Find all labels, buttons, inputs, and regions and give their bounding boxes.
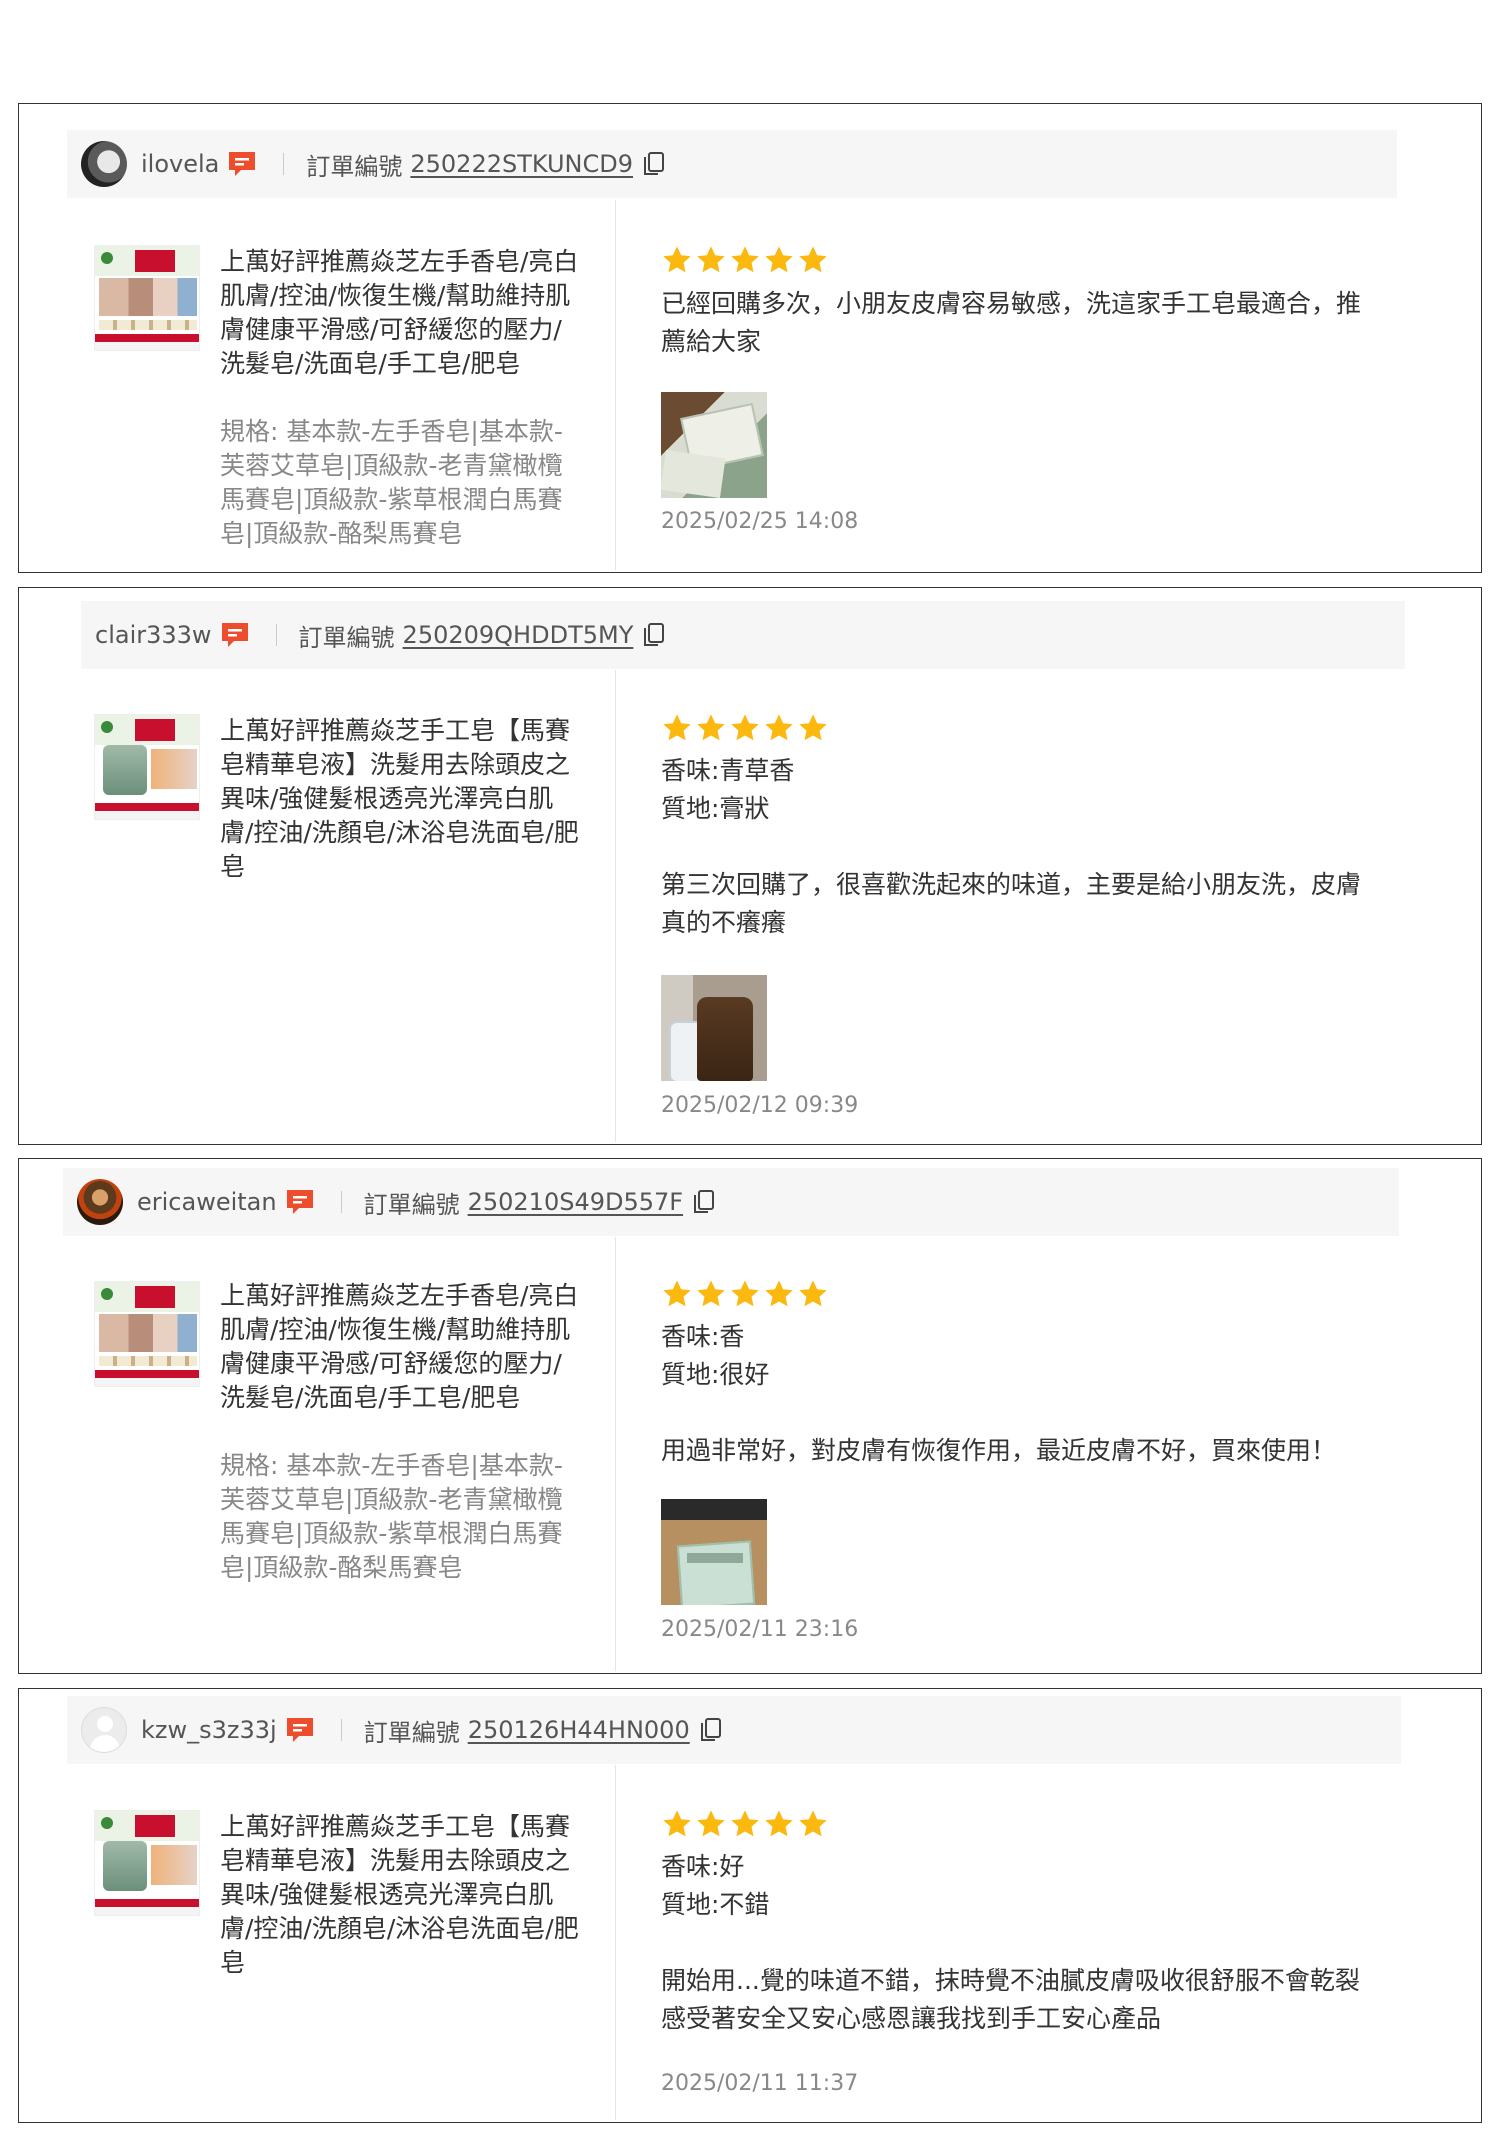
product-thumbnail[interactable] <box>94 1281 200 1387</box>
copy-icon[interactable] <box>700 1717 722 1743</box>
review-header: kzw_s3z33j 訂單編號 250126H44HN000 <box>67 1696 1401 1764</box>
review-header: ericaweitan 訂單編號 250210S49D557F <box>63 1168 1399 1236</box>
review-card: ilovela 訂單編號 250222STKUNCD9 上萬好評推薦焱芝左手香皂… <box>18 103 1482 573</box>
star-icon <box>695 244 727 276</box>
review-photo[interactable] <box>661 1499 767 1605</box>
scent-attribute: 香味:好 <box>661 1852 745 1881</box>
order-id-link[interactable]: 250222STKUNCD9 <box>410 150 633 178</box>
column-divider <box>615 670 616 1142</box>
review-photo[interactable] <box>661 975 767 1081</box>
scent-attribute: 香味:青草香 <box>661 756 795 785</box>
star-icon <box>661 244 693 276</box>
avatar[interactable] <box>81 141 127 187</box>
username[interactable]: ericaweitan <box>137 1188 277 1216</box>
copy-icon[interactable] <box>643 622 665 648</box>
star-icon <box>797 712 829 744</box>
star-icon <box>661 1808 693 1840</box>
star-icon <box>729 1808 761 1840</box>
star-icon <box>695 712 727 744</box>
review-text: 用過非常好，對皮膚有恢復作用，最近皮膚不好，買來使用！ <box>661 1436 1337 1465</box>
product-thumbnail[interactable] <box>94 1810 200 1916</box>
chat-bubble-icon[interactable] <box>285 1188 315 1216</box>
copy-icon[interactable] <box>643 151 665 177</box>
star-icon <box>763 1278 795 1310</box>
order-id-link[interactable]: 250209QHDDT5MY <box>403 621 634 649</box>
star-icon <box>661 1278 693 1310</box>
review-text: 開始用...覺的味道不錯，抹時覺不油膩皮膚吸收很舒服不會乾裂感受著安全又安心感恩… <box>661 1966 1360 2033</box>
texture-attribute: 質地:膏狀 <box>661 794 770 823</box>
rating-stars <box>661 1808 831 1840</box>
order-label: 訂單編號 <box>363 1190 460 1219</box>
username[interactable]: clair333w <box>95 621 212 649</box>
order-id-link[interactable]: 250210S49D557F <box>468 1188 683 1216</box>
column-divider <box>615 1237 616 1671</box>
star-icon <box>763 244 795 276</box>
order-id-link[interactable]: 250126H44HN000 <box>468 1716 690 1744</box>
rating-stars <box>661 1278 831 1310</box>
rating-stars <box>661 712 831 744</box>
avatar[interactable] <box>81 1707 127 1753</box>
chat-bubble-icon[interactable] <box>220 621 250 649</box>
star-icon <box>729 712 761 744</box>
star-icon <box>763 1808 795 1840</box>
star-icon <box>797 1808 829 1840</box>
username[interactable]: kzw_s3z33j <box>141 1716 277 1744</box>
product-spec: 規格: 基本款-左手香皂|基本款-芙蓉艾草皂|頂級款-老青黛橄欖馬賽皂|頂級款-… <box>220 1451 563 1582</box>
texture-attribute: 質地:不錯 <box>661 1890 770 1919</box>
product-name[interactable]: 上萬好評推薦焱芝手工皂【馬賽皂精華皂液】洗髮用去除頭皮之異味/強健髮根透亮光澤亮… <box>220 714 580 884</box>
product-name[interactable]: 上萬好評推薦焱芝左手香皂/亮白肌膚/控油/恢復生機/幫助維持肌膚健康平滑感/可舒… <box>220 245 580 381</box>
review-card: clair333w 訂單編號 250209QHDDT5MY 上萬好評推薦焱芝手工… <box>18 587 1482 1145</box>
separator <box>283 153 285 175</box>
review-photo[interactable] <box>661 392 767 498</box>
review-date: 2025/02/11 23:16 <box>661 1617 859 1642</box>
review-header: clair333w 訂單編號 250209QHDDT5MY <box>81 601 1405 669</box>
review-text: 第三次回購了，很喜歡洗起來的味道，主要是給小朋友洗，皮膚真的不癢癢 <box>661 870 1362 937</box>
review-date: 2025/02/25 14:08 <box>661 509 859 534</box>
product-thumbnail[interactable] <box>94 714 200 820</box>
chat-bubble-icon[interactable] <box>227 150 257 178</box>
chat-bubble-icon[interactable] <box>285 1716 315 1744</box>
order-label: 訂單編號 <box>298 623 395 652</box>
column-divider <box>615 200 616 570</box>
product-name[interactable]: 上萬好評推薦焱芝左手香皂/亮白肌膚/控油/恢復生機/幫助維持肌膚健康平滑感/可舒… <box>220 1279 580 1415</box>
separator <box>340 1719 342 1741</box>
separator <box>275 624 277 646</box>
star-icon <box>763 712 795 744</box>
product-spec: 規格: 基本款-左手香皂|基本款-芙蓉艾草皂|頂級款-老青黛橄欖馬賽皂|頂級款-… <box>220 417 563 548</box>
star-icon <box>729 244 761 276</box>
star-icon <box>661 712 693 744</box>
review-date: 2025/02/12 09:39 <box>661 1093 859 1118</box>
review-card: ericaweitan 訂單編號 250210S49D557F 上萬好評推薦焱芝… <box>18 1158 1482 1674</box>
texture-attribute: 質地:很好 <box>661 1360 770 1389</box>
username[interactable]: ilovela <box>141 150 219 178</box>
copy-icon[interactable] <box>693 1189 715 1215</box>
order-label: 訂單編號 <box>363 1718 460 1747</box>
review-header: ilovela 訂單編號 250222STKUNCD9 <box>67 130 1397 198</box>
avatar[interactable] <box>77 1179 123 1225</box>
product-name[interactable]: 上萬好評推薦焱芝手工皂【馬賽皂精華皂液】洗髮用去除頭皮之異味/強健髮根透亮光澤亮… <box>220 1810 580 1980</box>
star-icon <box>797 244 829 276</box>
star-icon <box>797 1278 829 1310</box>
review-text: 已經回購多次，小朋友皮膚容易敏感，洗這家手工皂最適合，推薦給大家 <box>661 289 1362 356</box>
star-icon <box>695 1808 727 1840</box>
column-divider <box>615 1765 616 2120</box>
order-label: 訂單編號 <box>306 152 403 181</box>
rating-stars <box>661 244 831 276</box>
star-icon <box>695 1278 727 1310</box>
review-card: kzw_s3z33j 訂單編號 250126H44HN000 上萬好評推薦焱芝手… <box>18 1688 1482 2123</box>
scent-attribute: 香味:香 <box>661 1322 745 1351</box>
product-thumbnail[interactable] <box>94 245 200 351</box>
star-icon <box>729 1278 761 1310</box>
review-date: 2025/02/11 11:37 <box>661 2071 859 2096</box>
separator <box>340 1191 342 1213</box>
